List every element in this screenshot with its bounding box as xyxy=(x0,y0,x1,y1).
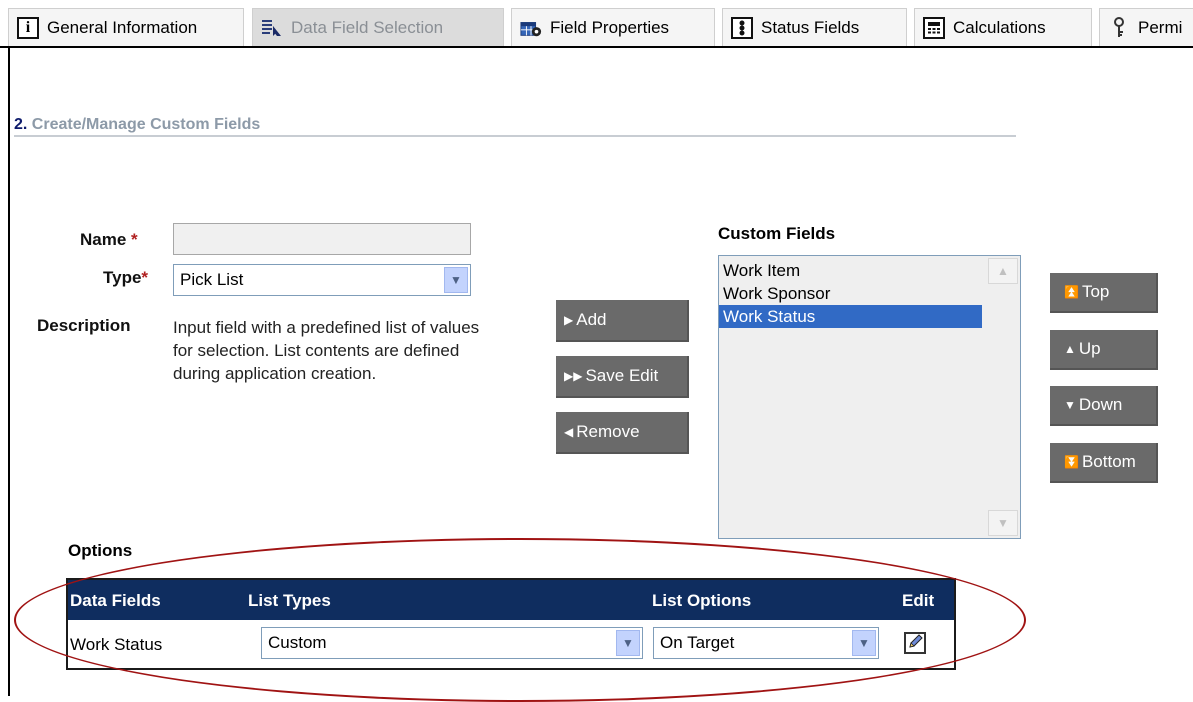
add-button[interactable]: ▶ Add xyxy=(556,300,689,342)
move-bottom-button[interactable]: ⏬ Bottom xyxy=(1050,443,1158,483)
info-icon: i xyxy=(17,16,39,39)
move-down-label: Down xyxy=(1078,395,1123,414)
custom-fields-list[interactable]: Work Item Work Sponsor Work Status ▲ ▼ xyxy=(718,255,1021,539)
tab-bar: i General Information Data Field Selecti… xyxy=(0,0,1193,48)
down-triangle-icon: ▼ xyxy=(1064,398,1076,412)
options-label: Options xyxy=(68,541,133,560)
move-bottom-label: Bottom xyxy=(1081,452,1136,471)
status-light-icon xyxy=(731,16,753,39)
type-select-value: Pick List xyxy=(180,270,244,289)
custom-fields-label: Custom Fields xyxy=(718,224,836,243)
tab-label: General Information xyxy=(47,17,198,37)
list-item[interactable]: Work Sponsor xyxy=(719,282,982,305)
list-type-value: Custom xyxy=(268,633,327,652)
name-input[interactable] xyxy=(173,223,471,255)
type-label: Type* xyxy=(103,268,148,288)
type-select[interactable]: Pick List ▼ xyxy=(173,264,471,296)
tab-general-information[interactable]: i General Information xyxy=(8,8,244,46)
edit-icon[interactable] xyxy=(904,632,926,654)
column-header-list-options: List Options xyxy=(652,591,752,610)
section-title-text: Create/Manage Custom Fields xyxy=(31,116,261,133)
move-down-button[interactable]: ▼ Down xyxy=(1050,386,1158,426)
section-divider xyxy=(14,135,1016,137)
column-header-data-fields: Data Fields xyxy=(70,591,161,610)
tab-field-properties[interactable]: Field Properties xyxy=(511,8,715,46)
save-edit-button[interactable]: ▶▶ Save Edit xyxy=(556,356,689,398)
chevron-down-icon[interactable]: ▼ xyxy=(616,630,640,656)
play-icon: ▶ xyxy=(564,313,574,327)
list-item[interactable]: Work Item xyxy=(719,259,982,282)
list-type-select[interactable]: Custom ▼ xyxy=(261,627,643,659)
options-grid-header: Data Fields List Types List Options Edit xyxy=(68,580,954,620)
remove-button[interactable]: ◀ Remove xyxy=(556,412,689,454)
column-header-edit: Edit xyxy=(902,591,935,610)
list-option-select[interactable]: On Target ▼ xyxy=(653,627,879,659)
description-text: Input field with a predefined list of va… xyxy=(173,318,480,383)
move-bottom-icon: ⏬ xyxy=(1064,455,1079,469)
tab-label: Calculations xyxy=(953,17,1046,37)
tab-label: Permi xyxy=(1138,17,1183,37)
tab-label: Data Field Selection xyxy=(291,17,444,37)
required-marker: * xyxy=(141,268,149,287)
scroll-up-button[interactable]: ▲ xyxy=(988,258,1018,284)
move-top-icon: ⏫ xyxy=(1064,285,1079,299)
list-item-selected[interactable]: Work Status xyxy=(719,305,982,328)
chevron-down-icon[interactable]: ▼ xyxy=(444,267,468,293)
back-icon: ◀ xyxy=(564,425,574,439)
key-icon xyxy=(1108,16,1130,39)
move-up-label: Up xyxy=(1078,339,1101,358)
add-button-label: Add xyxy=(576,310,607,329)
up-triangle-icon: ▲ xyxy=(1064,342,1076,356)
tab-permissions[interactable]: Permi xyxy=(1099,8,1193,46)
required-marker: * xyxy=(131,230,138,249)
section-number: 2. xyxy=(14,116,28,133)
move-up-button[interactable]: ▲ Up xyxy=(1050,330,1158,370)
tab-status-fields[interactable]: Status Fields xyxy=(722,8,907,46)
chevron-down-icon[interactable]: ▼ xyxy=(852,630,876,656)
description-label: Description xyxy=(37,316,131,335)
calculator-icon xyxy=(923,16,945,39)
data-field-cell: Work Status xyxy=(70,635,163,654)
table-row: Work Status Custom ▼ On Target ▼ xyxy=(68,620,954,668)
fast-forward-icon: ▶▶ xyxy=(564,369,583,383)
tab-data-field-selection[interactable]: Data Field Selection xyxy=(252,8,504,46)
tab-label: Status Fields xyxy=(761,17,860,37)
options-grid: Data Fields List Types List Options Edit… xyxy=(66,578,956,670)
section-title: 2. Create/Manage Custom Fields xyxy=(14,116,260,134)
type-label-text: Type xyxy=(103,268,142,287)
move-top-label: Top xyxy=(1081,282,1110,301)
save-edit-button-label: Save Edit xyxy=(585,366,659,385)
remove-button-label: Remove xyxy=(576,422,640,441)
tab-label: Field Properties xyxy=(550,17,670,37)
list-option-value: On Target xyxy=(660,633,735,652)
move-top-button[interactable]: ⏫ Top xyxy=(1050,273,1158,313)
tab-calculations[interactable]: Calculations xyxy=(914,8,1092,46)
field-properties-icon xyxy=(520,17,542,39)
scroll-down-button[interactable]: ▼ xyxy=(988,510,1018,536)
field-select-icon xyxy=(261,17,283,39)
name-label: Name * xyxy=(80,230,138,250)
column-header-list-types: List Types xyxy=(248,591,331,610)
name-label-text: Name xyxy=(80,230,127,249)
